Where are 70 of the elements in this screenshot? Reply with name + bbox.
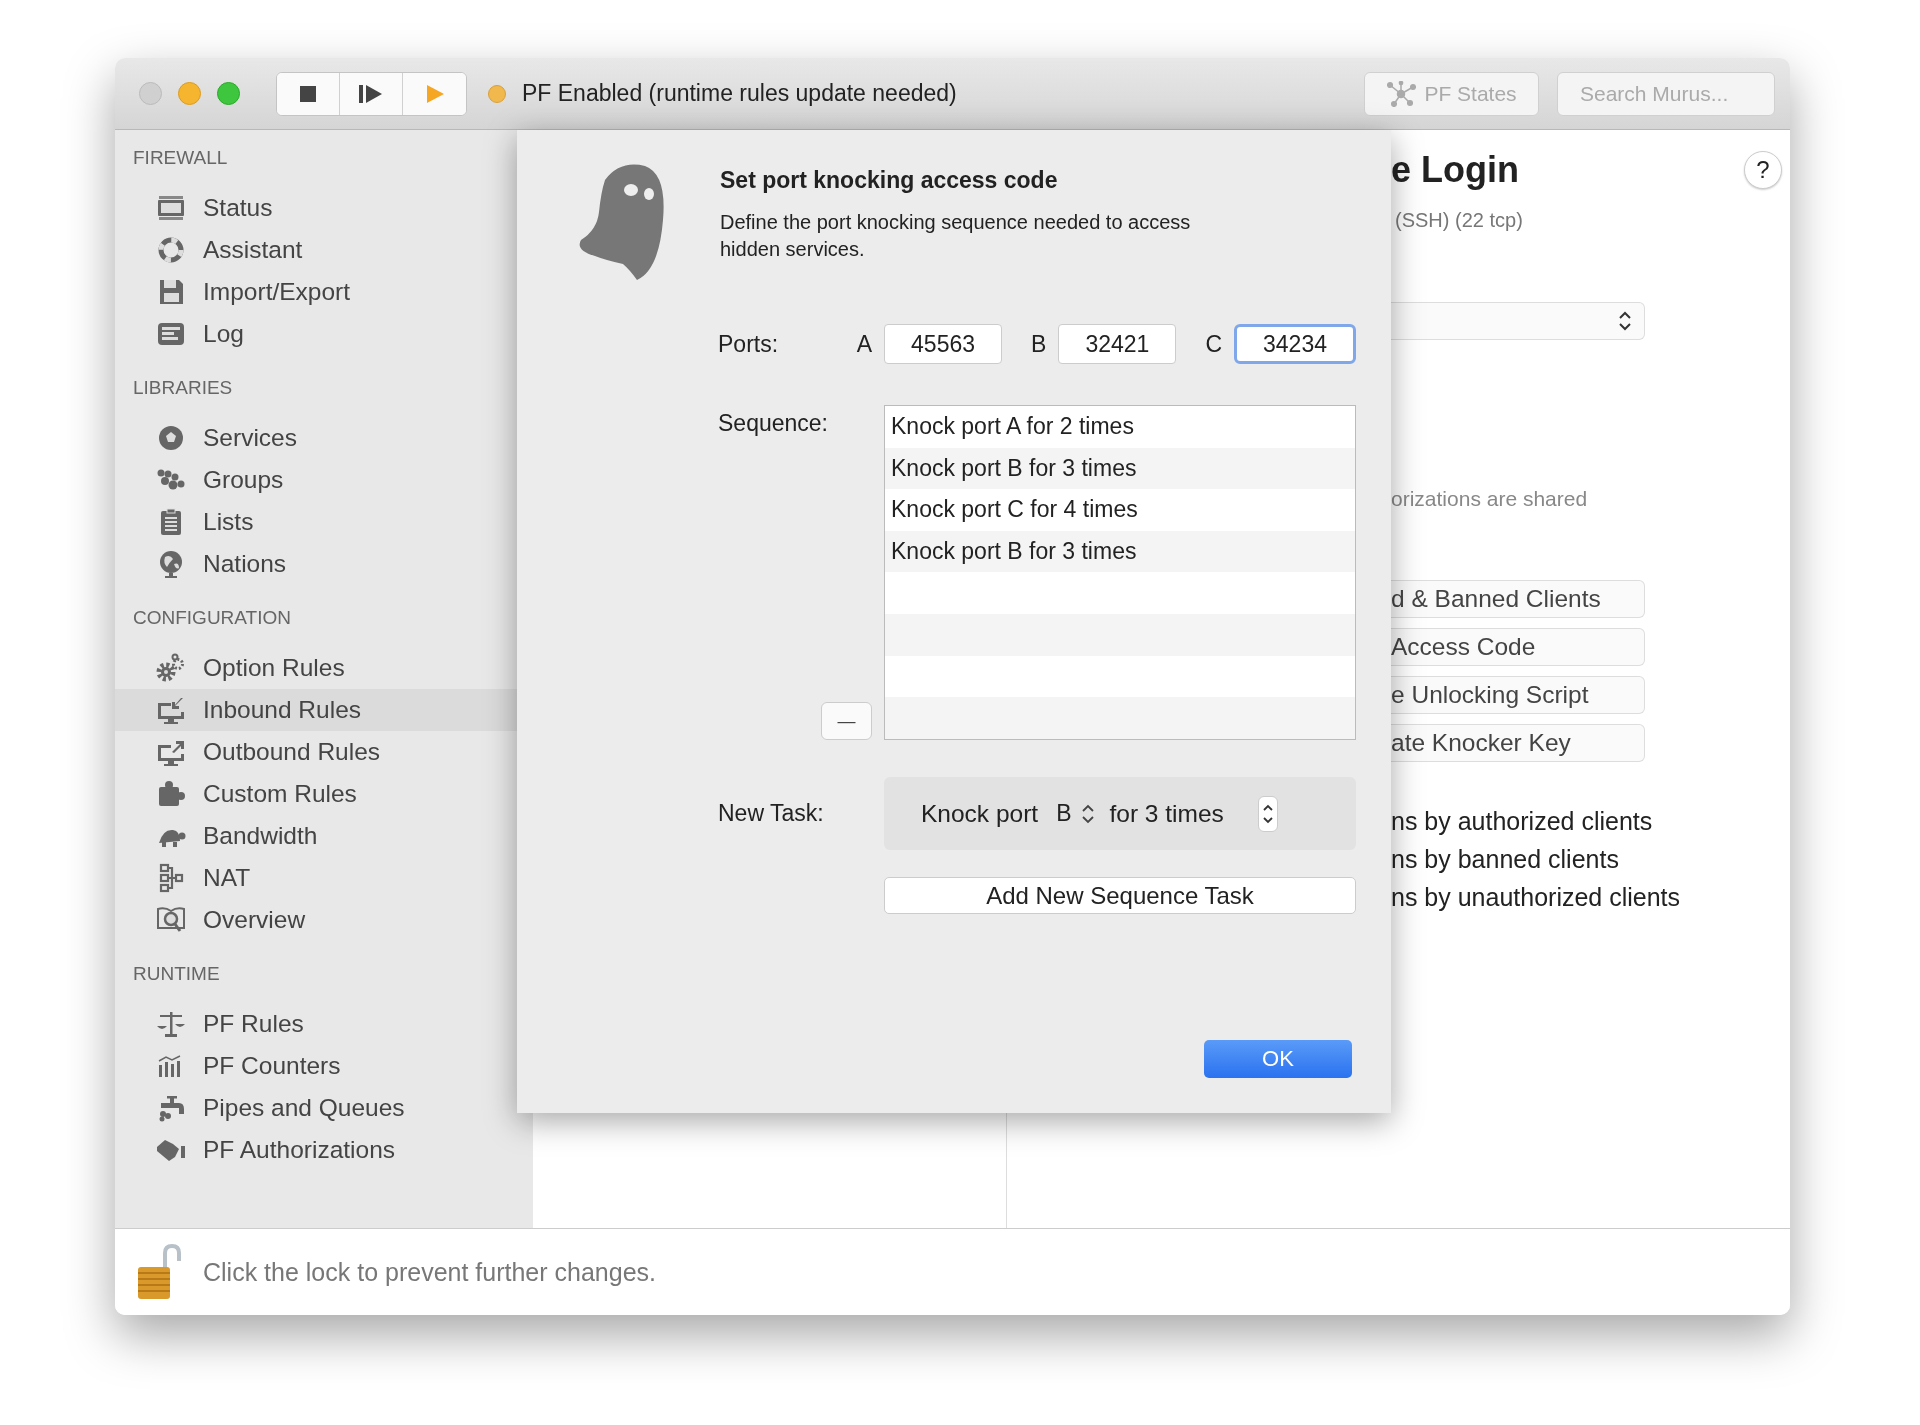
rule-title: e Login xyxy=(1391,149,1519,191)
sidebar-item[interactable]: Pipes and Queues xyxy=(115,1087,533,1129)
port-popup[interactable]: B xyxy=(1056,800,1096,827)
action-button[interactable]: ate Knocker Key xyxy=(1391,724,1645,762)
help-button[interactable]: ? xyxy=(1744,151,1782,189)
zoom-button[interactable] xyxy=(217,82,240,105)
action-button[interactable]: e Unlocking Script xyxy=(1391,676,1645,714)
section-header: LIBRARIES xyxy=(132,376,234,400)
stop-button[interactable] xyxy=(277,72,340,115)
action-button[interactable]: d & Banned Clients xyxy=(1391,580,1645,618)
sidebar-item[interactable]: PF Counters xyxy=(115,1045,533,1087)
sidebar-item[interactable]: Status xyxy=(115,187,533,229)
port-letter: A xyxy=(856,330,873,358)
port-letter: C xyxy=(1205,330,1222,358)
section-header: CONFIGURATION xyxy=(132,606,292,630)
port-letter: B xyxy=(1031,330,1047,358)
rule-subtitle: (SSH) (22 tcp) xyxy=(1394,208,1523,233)
action-button[interactable]: Access Code xyxy=(1391,628,1645,666)
gears-icon xyxy=(155,653,187,683)
padlock-icon[interactable] xyxy=(135,1243,183,1301)
dialog-title: Set port knocking access code xyxy=(720,166,1059,195)
new-task-label: New Task: xyxy=(718,800,825,827)
search-field[interactable]: Search Murus... xyxy=(1557,71,1775,116)
sidebar-item[interactable]: Outbound Rules xyxy=(115,731,533,773)
popup-button[interactable] xyxy=(1391,302,1645,340)
sidebar-item[interactable]: Overview xyxy=(115,899,533,941)
minimize-button[interactable] xyxy=(178,82,201,105)
section-header: FIREWALL xyxy=(132,146,229,170)
sidebar-item[interactable]: PF Authorizations xyxy=(115,1129,533,1171)
sidebar-item[interactable]: Lists xyxy=(115,501,533,543)
sidebar-item[interactable]: Nations xyxy=(115,543,533,585)
option-text: ns by banned clients xyxy=(1391,844,1620,875)
ports-label: Ports: xyxy=(718,330,780,358)
stop-icon xyxy=(299,84,317,103)
option-text: ns by unauthorized clients xyxy=(1391,882,1681,913)
task-prefix: Knock port xyxy=(921,799,1039,828)
sidebar-item[interactable]: Groups xyxy=(115,459,533,501)
add-task-button[interactable]: Add New Sequence Task xyxy=(884,877,1356,914)
sidebar-item[interactable]: Assistant xyxy=(115,229,533,271)
ok-button[interactable]: OK xyxy=(1204,1040,1352,1078)
sidebar-item[interactable]: PF Rules xyxy=(115,1003,533,1045)
chevron-icon xyxy=(1618,310,1632,332)
network-icon xyxy=(1386,80,1417,107)
sidebar-item[interactable]: NAT xyxy=(115,857,533,899)
task-suffix: for 3 times xyxy=(1109,799,1224,828)
sidebar-item[interactable]: Bandwidth xyxy=(115,815,533,857)
monitor-in-icon xyxy=(155,695,187,725)
sidebar-item[interactable]: Services xyxy=(115,417,533,459)
port-field[interactable]: 34234 xyxy=(1234,324,1356,364)
status-dot xyxy=(488,84,506,103)
remove-button[interactable]: — xyxy=(821,702,872,740)
sidebar-item[interactable]: Log xyxy=(115,313,533,355)
option-text: ns by authorized clients xyxy=(1391,806,1654,837)
dialog-description: Define the port knocking sequence needed to access hidden services. xyxy=(720,210,1192,262)
sidebar-item[interactable]: Custom Rules xyxy=(115,773,533,815)
sequence-label: Sequence: xyxy=(718,410,828,437)
note-text: orizations are shared xyxy=(1391,488,1588,510)
sidebar-item[interactable]: Option Rules xyxy=(115,647,533,689)
close-button[interactable] xyxy=(139,82,162,105)
status-text: PF Enabled (runtime rules update needed) xyxy=(522,80,957,107)
port-field[interactable]: 45563 xyxy=(884,324,1003,364)
chevron-icon xyxy=(1081,802,1096,825)
times-stepper[interactable] xyxy=(1257,795,1278,832)
lock-hint: Click the lock to prevent further changes. xyxy=(203,1257,656,1287)
section-header: RUNTIME xyxy=(132,962,221,986)
port-field[interactable]: 32421 xyxy=(1058,324,1177,364)
scales-icon xyxy=(155,1009,187,1039)
step-icon xyxy=(358,83,384,104)
play-icon xyxy=(424,83,445,104)
sidebar-item[interactable]: Import/Export xyxy=(115,271,533,313)
